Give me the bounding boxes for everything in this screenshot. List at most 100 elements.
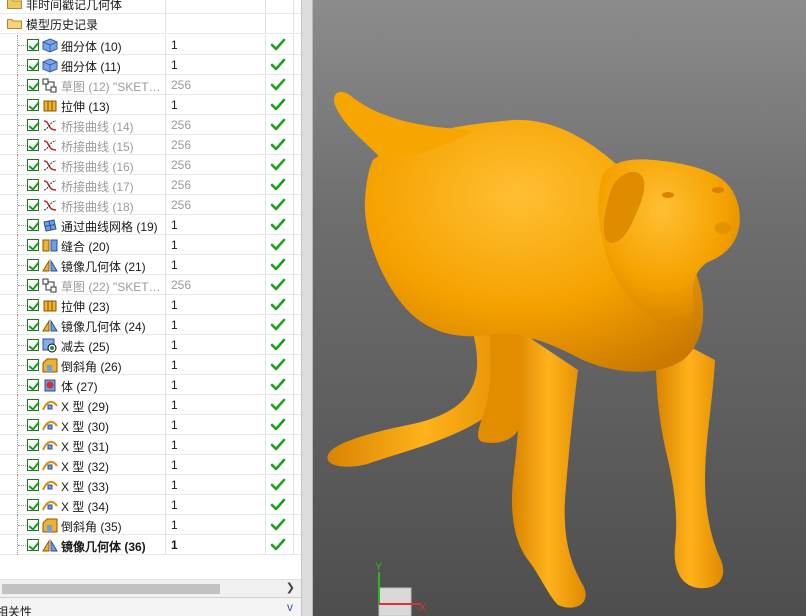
scroll-right-arrow-icon[interactable]: ❯ — [286, 581, 295, 594]
feature-visibility-checkbox[interactable] — [27, 159, 39, 171]
feature-name: 镜像几何体 (36) — [61, 540, 146, 554]
x-form-icon — [42, 398, 58, 413]
chevron-down-icon[interactable]: v — [287, 600, 293, 614]
feature-visibility-checkbox[interactable] — [27, 99, 39, 111]
green-check-icon — [270, 458, 286, 472]
panel-splitter[interactable] — [301, 0, 313, 616]
feature-row[interactable]: X 型 (29) 1 — [0, 395, 301, 415]
scrollbar-thumb[interactable] — [2, 584, 220, 594]
feature-visibility-checkbox[interactable] — [27, 399, 39, 411]
graphics-viewport[interactable]: Y X — [313, 0, 806, 616]
feature-visibility-checkbox[interactable] — [27, 179, 39, 191]
feature-row[interactable]: 拉伸 (13) 1 — [0, 95, 301, 115]
folder-row[interactable]: 模型历史记录 — [0, 14, 301, 34]
feature-row[interactable]: 草图 (22) "SKET… 256 — [0, 275, 301, 295]
feature-row[interactable]: X 型 (31) 1 — [0, 435, 301, 455]
feature-visibility-checkbox[interactable] — [27, 219, 39, 231]
feature-row[interactable]: X 型 (30) 1 — [0, 415, 301, 435]
feature-name: X 型 (34) — [61, 500, 110, 514]
part-navigator: 非时间戳记几何体 模型历史记录 细分体 (10) 1 细分体 (11) 1 草图 (12) … — [0, 0, 301, 616]
feature-visibility-checkbox[interactable] — [27, 79, 39, 91]
feature-value: 256 — [171, 138, 192, 152]
feature-row[interactable]: 桥接曲线 (18) 256 — [0, 195, 301, 215]
feature-visibility-checkbox[interactable] — [27, 459, 39, 471]
green-check-icon — [270, 298, 286, 312]
feature-row[interactable]: 草图 (12) "SKET… 256 — [0, 75, 301, 95]
feature-row[interactable]: 桥接曲线 (15) 256 — [0, 135, 301, 155]
open-folder-icon — [7, 18, 22, 29]
green-check-icon — [270, 318, 286, 332]
green-check-icon — [270, 138, 286, 152]
feature-row[interactable]: X 型 (32) 1 — [0, 455, 301, 475]
triad-x-label: X — [419, 602, 427, 614]
feature-row[interactable]: 细分体 (11) 1 — [0, 55, 301, 75]
feature-row[interactable]: 桥接曲线 (17) 256 — [0, 175, 301, 195]
feature-value: 1 — [171, 338, 178, 352]
feature-row[interactable]: 细分体 (10) 1 — [0, 35, 301, 55]
extrude-icon — [42, 298, 58, 313]
feature-visibility-checkbox[interactable] — [27, 379, 39, 391]
feature-row[interactable]: 桥接曲线 (16) 256 — [0, 155, 301, 175]
feature-visibility-checkbox[interactable] — [27, 439, 39, 451]
feature-value: 256 — [171, 118, 192, 132]
feature-visibility-checkbox[interactable] — [27, 279, 39, 291]
feature-visibility-checkbox[interactable] — [27, 119, 39, 131]
folder-row[interactable]: 非时间戳记几何体 — [0, 0, 301, 14]
feature-name: X 型 (33) — [61, 480, 110, 494]
feature-value: 256 — [171, 178, 192, 192]
feature-row[interactable]: 镜像几何体 (24) 1 — [0, 315, 301, 335]
feature-visibility-checkbox[interactable] — [27, 319, 39, 331]
feature-row[interactable]: 镜像几何体 (21) 1 — [0, 255, 301, 275]
feature-name: X 型 (29) — [61, 400, 110, 414]
dog-eye-right — [712, 187, 724, 193]
horizontal-scrollbar[interactable]: ❯ — [0, 579, 301, 597]
feature-row[interactable]: 倒斜角 (26) 1 — [0, 355, 301, 375]
feature-name: 细分体 (11) — [61, 60, 121, 74]
feature-value: 256 — [171, 278, 192, 292]
feature-visibility-checkbox[interactable] — [27, 539, 39, 551]
feature-visibility-checkbox[interactable] — [27, 259, 39, 271]
feature-visibility-checkbox[interactable] — [27, 499, 39, 511]
feature-row[interactable]: 通过曲线网格 (19) 1 — [0, 215, 301, 235]
dependencies-panel-header[interactable]: 相关性 v — [0, 597, 301, 616]
feature-row[interactable]: 倒斜角 (35) 1 — [0, 515, 301, 535]
x-form-icon — [42, 438, 58, 453]
feature-row[interactable]: 缝合 (20) 1 — [0, 235, 301, 255]
feature-visibility-checkbox[interactable] — [27, 39, 39, 51]
green-check-icon — [270, 398, 286, 412]
feature-visibility-checkbox[interactable] — [27, 519, 39, 531]
feature-value: 1 — [171, 418, 178, 432]
feature-visibility-checkbox[interactable] — [27, 139, 39, 151]
feature-row[interactable]: X 型 (34) 1 — [0, 495, 301, 515]
feature-name: 镜像几何体 (21) — [61, 260, 146, 274]
feature-visibility-checkbox[interactable] — [27, 199, 39, 211]
feature-name: 桥接曲线 (17) — [61, 180, 134, 194]
feature-name: 倒斜角 (26) — [61, 360, 122, 374]
green-check-icon — [270, 378, 286, 392]
feature-visibility-checkbox[interactable] — [27, 359, 39, 371]
green-check-icon — [270, 158, 286, 172]
feature-visibility-checkbox[interactable] — [27, 339, 39, 351]
feature-row[interactable]: X 型 (33) 1 — [0, 475, 301, 495]
feature-name: 拉伸 (23) — [61, 300, 110, 314]
mirror-geometry-icon — [42, 318, 58, 333]
green-check-icon — [270, 58, 286, 72]
feature-row[interactable]: 体 (27) 1 — [0, 375, 301, 395]
feature-row[interactable]: 镜像几何体 (36) 1 — [0, 535, 301, 555]
feature-visibility-checkbox[interactable] — [27, 299, 39, 311]
feature-value: 1 — [171, 538, 178, 552]
feature-row[interactable]: 减去 (25) 1 — [0, 335, 301, 355]
folder-label: 模型历史记录 — [26, 18, 99, 32]
feature-value: 1 — [171, 38, 178, 52]
feature-value: 1 — [171, 358, 178, 372]
subdivision-body-icon — [42, 38, 58, 53]
sketch-icon — [42, 278, 58, 293]
green-check-icon — [270, 218, 286, 232]
feature-visibility-checkbox[interactable] — [27, 239, 39, 251]
feature-visibility-checkbox[interactable] — [27, 419, 39, 431]
feature-visibility-checkbox[interactable] — [27, 59, 39, 71]
feature-visibility-checkbox[interactable] — [27, 479, 39, 491]
dog-model[interactable]: Y X — [313, 0, 806, 616]
feature-row[interactable]: 拉伸 (23) 1 — [0, 295, 301, 315]
feature-row[interactable]: 桥接曲线 (14) 256 — [0, 115, 301, 135]
